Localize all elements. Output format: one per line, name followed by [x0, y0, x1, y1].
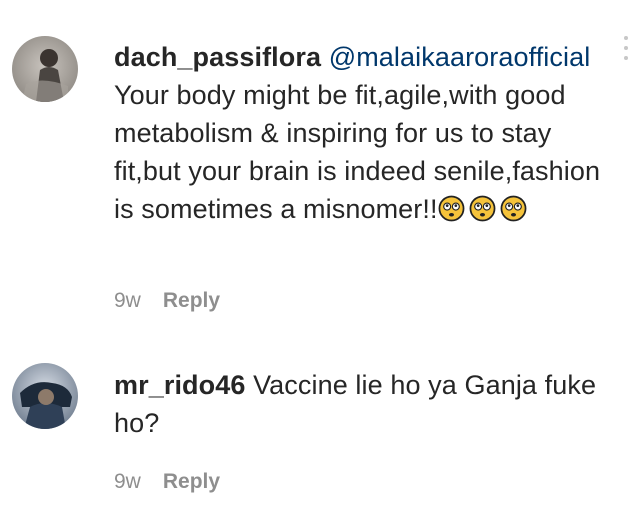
avatar[interactable]	[12, 36, 78, 102]
comment-timestamp[interactable]: 9w	[114, 289, 141, 313]
comment-meta: 9w Reply	[114, 289, 220, 313]
reply-button[interactable]: Reply	[163, 289, 220, 313]
reply-button[interactable]: Reply	[163, 470, 220, 494]
avatar[interactable]	[12, 363, 78, 429]
comment-text: mr_rido46 Vaccine lie ho ya Ganja fuke h…	[114, 366, 614, 442]
username-link[interactable]: mr_rido46	[114, 370, 245, 400]
mention-link[interactable]: @malaikaaroraofficial	[329, 42, 591, 72]
flushed-face-icon	[469, 195, 495, 222]
flushed-face-icon	[500, 195, 526, 222]
comment-timestamp[interactable]: 9w	[114, 470, 141, 494]
more-options-icon[interactable]	[622, 36, 630, 60]
username-link[interactable]: dach_passiflora	[114, 42, 321, 72]
comment-text: dach_passiflora @malaikaaroraofficial Yo…	[114, 38, 614, 228]
flushed-face-icon	[438, 195, 464, 222]
emoji-group	[438, 194, 531, 224]
comment-meta: 9w Reply	[114, 470, 220, 494]
